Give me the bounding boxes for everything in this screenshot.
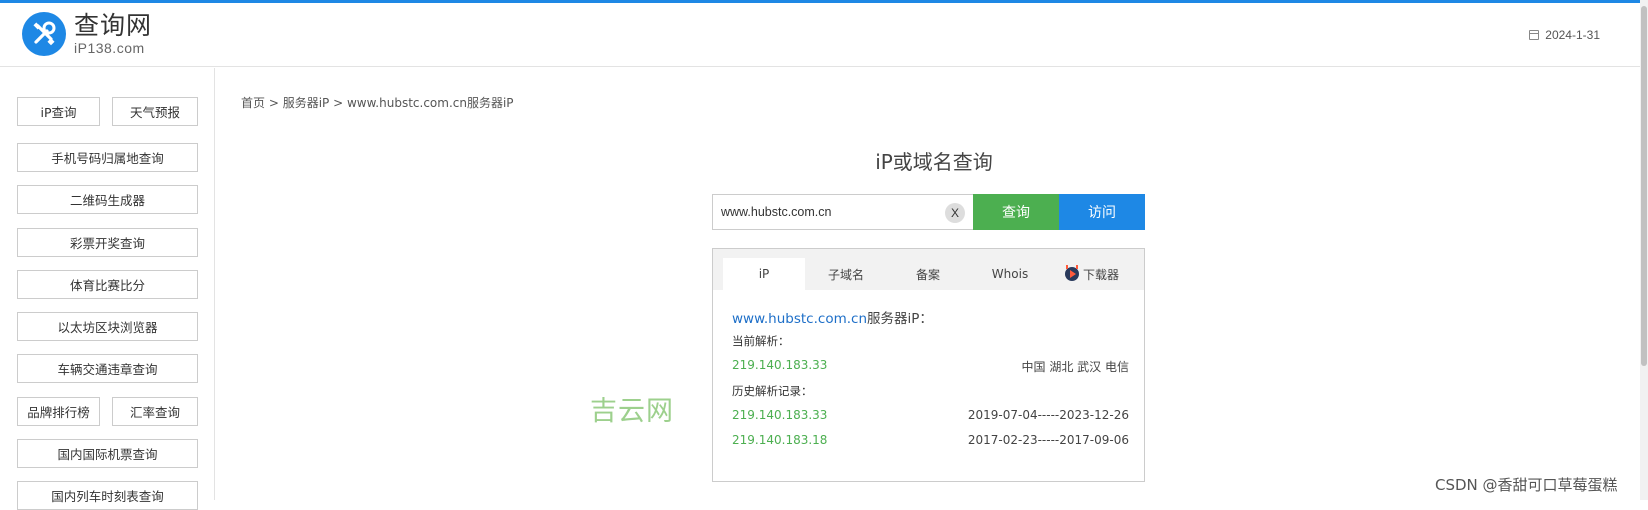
tab-downloader[interactable]: 下载器	[1051, 258, 1133, 290]
sidebar-item-train-schedule[interactable]: 国内列车时刻表查询	[17, 481, 198, 510]
breadcrumb-separator: >	[265, 96, 283, 110]
sidebar-item-flight-tickets[interactable]: 国内国际机票查询	[17, 439, 198, 468]
logo-title: 查询网	[74, 11, 153, 40]
vertical-scrollbar[interactable]	[1640, 0, 1648, 500]
current-resolution-label: 当前解析：	[732, 334, 790, 348]
sidebar-item-traffic-violation[interactable]: 车辆交通违章查询	[17, 354, 198, 383]
tab-downloader-label: 下载器	[1082, 267, 1119, 282]
sidebar-item-weather[interactable]: 天气预报	[112, 97, 198, 126]
tab-icp-record[interactable]: 备案	[887, 258, 969, 290]
sidebar-item-brand-ranking[interactable]: 品牌排行榜	[17, 397, 100, 426]
history-resolution-label: 历史解析记录：	[732, 384, 813, 398]
main-content: 首页 > 服务器iP > www.hubstc.com.cn服务器iP iP或域…	[216, 68, 1640, 500]
tab-subdomain[interactable]: 子域名	[805, 258, 887, 290]
breadcrumb-section[interactable]: 服务器iP	[283, 96, 330, 110]
date-text: 2024-1-31	[1545, 28, 1600, 42]
breadcrumb-home[interactable]: 首页	[241, 96, 265, 110]
sidebar: iP查询 天气预报 手机号码归属地查询 二维码生成器 彩票开奖查询 体育比赛比分…	[0, 68, 215, 510]
site-header: 查询网 iP138.com 2024-1-31	[0, 3, 1640, 67]
history-ip[interactable]: 219.140.183.18	[732, 433, 827, 447]
logo-subtitle: iP138.com	[74, 40, 145, 56]
current-ip[interactable]: 219.140.183.33	[732, 358, 827, 372]
history-ip[interactable]: 219.140.183.33	[732, 408, 827, 422]
header-date: 2024-1-31	[1529, 28, 1600, 42]
watermark-author: CSDN @香甜可口草莓蛋糕	[1435, 476, 1618, 494]
current-ip-location: 中国 湖北 武汉 电信	[1021, 360, 1129, 374]
breadcrumb: 首页 > 服务器iP > www.hubstc.com.cn服务器iP	[241, 94, 514, 111]
search-input-wrapper: X	[712, 194, 973, 230]
watermark-logo-text: 吉云网	[590, 396, 674, 427]
scrollbar-thumb[interactable]	[1641, 6, 1647, 366]
sidebar-item-qrcode[interactable]: 二维码生成器	[17, 185, 198, 214]
downloader-icon	[1064, 265, 1079, 281]
query-button[interactable]: 查询	[973, 194, 1059, 230]
visit-button[interactable]: 访问	[1059, 194, 1145, 230]
tools-icon	[22, 12, 66, 56]
search-bar: X 查询 访问	[712, 194, 1148, 230]
result-tabs: iP 子域名 备案 Whois 下载器	[713, 249, 1144, 290]
result-panel: iP 子域名 备案 Whois 下载器 www.hubstc.com.cn服务器…	[712, 248, 1145, 482]
sidebar-item-sports-scores[interactable]: 体育比赛比分	[17, 270, 198, 299]
breadcrumb-separator: >	[329, 96, 347, 110]
result-domain[interactable]: www.hubstc.com.cn	[732, 311, 867, 327]
query-title: iP或域名查询	[875, 150, 993, 174]
search-input[interactable]	[713, 195, 973, 229]
sidebar-item-lottery[interactable]: 彩票开奖查询	[17, 228, 198, 257]
history-date-range: 2017-02-23-----2017-09-06	[967, 433, 1129, 447]
sidebar-item-phone-lookup[interactable]: 手机号码归属地查询	[17, 143, 198, 172]
calendar-icon	[1529, 30, 1540, 40]
result-domain-title: www.hubstc.com.cn服务器iP：	[732, 307, 933, 327]
tab-whois[interactable]: Whois	[969, 258, 1051, 290]
sidebar-item-ip-query[interactable]: iP查询	[17, 97, 100, 126]
clear-input-button[interactable]: X	[945, 203, 965, 223]
site-logo[interactable]: 查询网 iP138.com	[22, 12, 152, 56]
breadcrumb-current: www.hubstc.com.cn服务器iP	[346, 96, 514, 110]
history-date-range: 2019-07-04-----2023-12-26	[967, 408, 1129, 422]
result-domain-suffix: 服务器iP：	[867, 311, 933, 327]
tab-ip[interactable]: iP	[723, 258, 805, 290]
sidebar-item-exchange-rate[interactable]: 汇率查询	[112, 397, 198, 426]
sidebar-item-ethereum-explorer[interactable]: 以太坊区块浏览器	[17, 312, 198, 341]
